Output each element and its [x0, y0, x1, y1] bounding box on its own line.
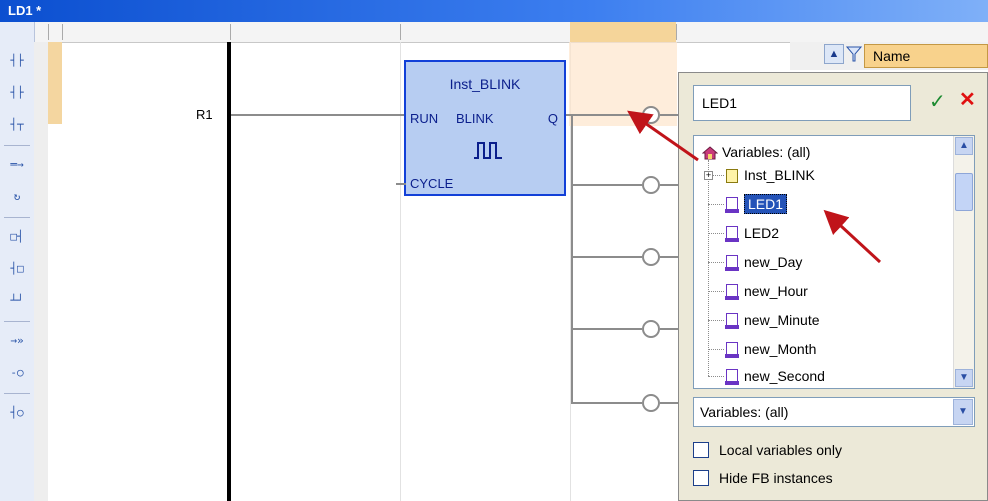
tree-item[interactable]: new_Minute [725, 312, 820, 330]
jump-icon[interactable]: →» [5, 330, 29, 352]
hide-fb-instances-checkbox[interactable] [693, 470, 709, 486]
dropdown-icon[interactable]: ▼ [953, 399, 973, 425]
column-ruler [34, 22, 988, 43]
contact-label[interactable]: R1 [196, 107, 213, 122]
tree-item[interactable]: new_Day [725, 254, 802, 272]
rung-wire [231, 114, 404, 116]
variable-icon [725, 342, 739, 359]
cancel-x-icon[interactable]: ✕ [959, 89, 976, 111]
variable-icon [725, 226, 739, 243]
tree-item[interactable]: LED2 [725, 225, 779, 243]
variable-icon [725, 284, 739, 301]
fb-input-cycle: CYCLE [410, 176, 454, 191]
scroll-up-icon[interactable]: ▲ [955, 137, 973, 155]
tree-scrollbar[interactable]: ▲ ▼ [953, 136, 974, 388]
contact-right-icon[interactable]: ┤├ [5, 82, 29, 104]
left-power-rail [227, 42, 231, 501]
output-branch-line [571, 114, 573, 404]
function-block[interactable]: Inst_BLINK RUN BLINK Q CYCLE [404, 60, 566, 196]
local-variables-checkbox[interactable] [693, 442, 709, 458]
coil-icon[interactable]: -○ [5, 362, 29, 384]
window-title: LD1 * [8, 3, 42, 18]
tree-item-selected[interactable]: LED1 [725, 194, 788, 214]
tree-item[interactable]: new_Month [725, 341, 816, 359]
coil[interactable] [642, 176, 660, 194]
tree-root[interactable]: Variables: (all) [701, 144, 810, 160]
window-titlebar: LD1 * [0, 0, 988, 22]
contact-icon[interactable]: ┤├ [5, 50, 29, 72]
tree-item[interactable]: new_Second [725, 368, 825, 386]
name-column-header[interactable]: Name [864, 44, 988, 68]
fb-output-q: Q [547, 111, 558, 126]
left-margin [34, 42, 48, 501]
loop-icon[interactable]: ↻ [5, 186, 29, 208]
filter-icon[interactable] [845, 45, 863, 63]
variable-filter-select[interactable]: Variables: (all) ▼ [693, 397, 975, 427]
rung-selection-marker [48, 42, 62, 124]
scroll-up-icon[interactable]: ▲ [824, 44, 844, 64]
pulse-icon [474, 142, 502, 159]
block-right-icon[interactable]: ┤□ [5, 258, 29, 280]
fb-instance-name: Inst_BLINK [449, 76, 521, 92]
branch-icon[interactable]: ═→ [5, 154, 29, 176]
scroll-down-icon[interactable]: ▼ [955, 369, 973, 387]
parallel-block-icon[interactable]: ┴┘ [5, 290, 29, 312]
variable-icon [725, 313, 739, 330]
variable-selector-popup: LED1 ✓ ✕ Variables: (all) + Inst_BLINK L… [678, 72, 988, 501]
variable-icon [725, 369, 739, 386]
coil[interactable] [642, 248, 660, 266]
hide-fb-instances-label: Hide FB instances [719, 470, 833, 486]
fb-instance-icon [726, 169, 738, 184]
variable-name-input[interactable]: LED1 [693, 85, 911, 121]
tree-item[interactable]: Inst_BLINK [726, 167, 815, 184]
confirm-check-icon[interactable]: ✓ [929, 91, 946, 113]
ladder-toolbar: ┤├ ┤├ ┤┬ ═→ ↻ □┤ ┤□ ┴┘ →» -○ ┤○ [0, 22, 35, 501]
variables-house-icon [701, 146, 719, 160]
set-coil-icon[interactable]: ┤○ [5, 402, 29, 424]
scroll-thumb[interactable] [955, 173, 973, 211]
coil[interactable] [642, 320, 660, 338]
expand-icon[interactable]: + [704, 171, 713, 180]
variable-icon [725, 197, 739, 214]
local-variables-label: Local variables only [719, 442, 842, 458]
block-left-icon[interactable]: □┤ [5, 226, 29, 248]
fb-input-run: RUN [410, 111, 439, 126]
parallel-contact-icon[interactable]: ┤┬ [5, 114, 29, 136]
coil[interactable] [642, 106, 660, 124]
coil[interactable] [642, 394, 660, 412]
variable-tree[interactable]: Variables: (all) + Inst_BLINK LED1 LED2 … [693, 135, 975, 389]
variable-icon [725, 255, 739, 272]
ruler-highlight [570, 22, 676, 42]
fb-type: BLINK [456, 111, 494, 126]
tree-item[interactable]: new_Hour [725, 283, 808, 301]
